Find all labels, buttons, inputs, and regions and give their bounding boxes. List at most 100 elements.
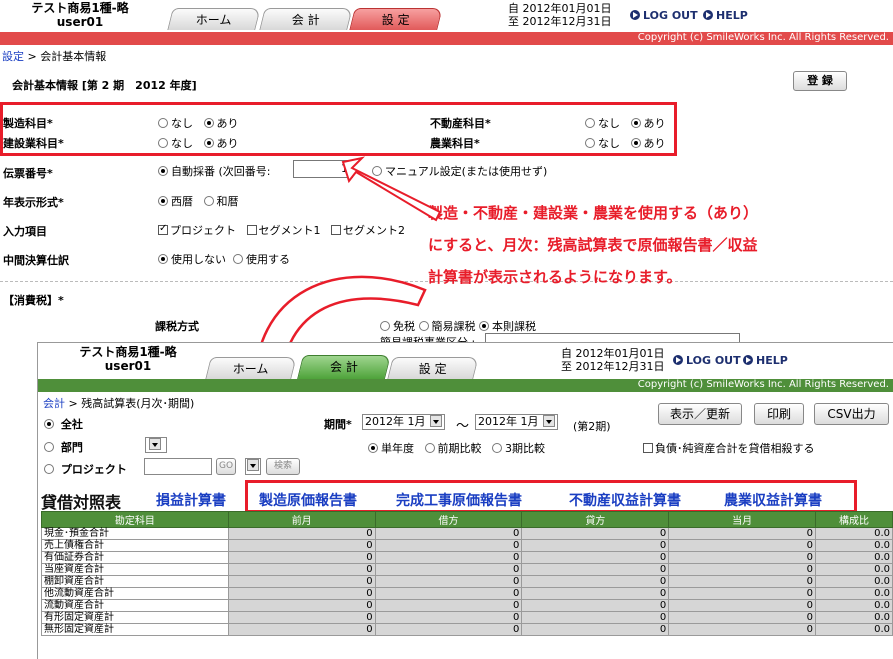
single-year-radio[interactable]: 単年度 [368,442,414,455]
value-cell: 0.0 [815,563,893,576]
value-cell: 0 [227,611,376,624]
table-row: 有価証券合計 0 0 0 0 0.0 [41,551,893,564]
period-from: 2012年01月01日 [575,347,665,360]
value-cell: 0 [227,539,376,552]
column-header: 前月 [227,511,376,528]
value-cell: 0 [227,575,376,588]
checkbox-icon [643,443,653,453]
trial-balance-table: 勘定科目 前月 借方 貸方 当月 構成比 現金･預金合計 0 0 0 0 0.0 売上債権合… [41,511,893,636]
table-row: 流動資産合計 0 0 0 0 0.0 [41,599,893,612]
account-name-cell[interactable]: 棚卸資産合計 [41,575,229,588]
value-cell: 0 [521,527,670,540]
tab-settings[interactable]: 設 定 [387,357,479,379]
value-cell: 0.0 [815,575,893,588]
value-cell: 0.0 [815,623,893,636]
value-cell: 0 [227,587,376,600]
report-tab-balance-sheet[interactable]: 貸借対照表 [41,489,121,513]
trial-balance-window: テスト商易1種-略 user01 ホーム 会 計 設 定 自 2012年01月0… [37,342,893,659]
go-button[interactable]: GO [216,458,236,475]
compare-radios: 単年度 前期比較 3期比較 [368,440,545,456]
account-name-cell[interactable]: 他流動資産合計 [41,587,229,600]
radio-icon [424,443,435,453]
tab-home[interactable]: ホーム [205,357,297,379]
value-cell: 0 [227,551,376,564]
value-cell: 0 [374,587,523,600]
table-row: 無形固定資産計 0 0 0 0 0.0 [41,623,893,636]
prev-compare-radio[interactable]: 前期比較 [424,442,482,455]
print-button[interactable]: 印刷 [754,403,804,425]
account-name-cell[interactable]: 有形固定資産計 [41,611,229,624]
table-row: 現金･預金合計 0 0 0 0 0.0 [41,527,893,540]
report-tab-profit-loss[interactable]: 損益計算書 [156,490,226,510]
help-link[interactable]: HELP [743,354,788,367]
breadcrumb-accounting-link[interactable]: 会計 [43,397,65,410]
account-name-cell[interactable]: 無形固定資産計 [41,623,229,636]
value-cell: 0 [521,599,670,612]
column-header: 借方 [374,511,523,528]
period-display: 自 2012年01月01日 至 2012年12月31日 [561,347,665,373]
project-input[interactable] [144,458,212,475]
value-cell: 0 [227,527,376,540]
value-cell: 0 [374,551,523,564]
value-cell: 0 [521,587,670,600]
arrow-circle-icon [673,355,683,365]
value-cell: 0 [668,563,817,576]
table-row: 当座資産合計 0 0 0 0 0.0 [41,563,893,576]
value-cell: 0 [521,539,670,552]
column-header: 構成比 [815,511,893,528]
account-name-cell[interactable]: 売上債権合計 [41,539,229,552]
value-cell: 0.0 [815,551,893,564]
value-cell: 0 [668,527,817,540]
chevron-down-icon [247,459,259,471]
csv-export-button[interactable]: CSV出力 [814,403,889,425]
all-company-radio[interactable]: 全社 [44,416,83,432]
value-cell: 0 [668,611,817,624]
account-name-cell[interactable]: 有価証券合計 [41,551,229,564]
value-cell: 0 [668,623,817,636]
value-cell: 0.0 [815,539,893,552]
logout-link[interactable]: LOG OUT [673,354,741,367]
department-radio[interactable]: 部門 [44,439,83,455]
account-name-cell[interactable]: 現金･預金合計 [41,527,229,540]
project-select[interactable] [245,458,261,475]
three-compare-radio[interactable]: 3期比較 [492,442,545,455]
department-select[interactable] [145,437,167,453]
value-cell: 0.0 [815,587,893,600]
period-end-select[interactable]: 2012年 1月 [475,414,558,430]
value-cell: 0 [374,527,523,540]
value-cell: 0 [227,599,376,612]
liability-offset-checkbox[interactable]: 負債･純資産合計を貸借相殺する [643,440,815,456]
search-button[interactable]: 検索 [266,458,300,475]
value-cell: 0 [374,539,523,552]
table-row: 他流動資産合計 0 0 0 0 0.0 [41,587,893,600]
account-name-cell[interactable]: 当座資産合計 [41,563,229,576]
value-cell: 0 [374,611,523,624]
radio-icon [44,442,54,452]
value-cell: 0 [521,623,670,636]
company-name: テスト商易1種-略 user01 [58,345,198,373]
project-radio[interactable]: プロジェクト [44,461,127,477]
value-cell: 0.0 [815,599,893,612]
value-cell: 0 [668,587,817,600]
column-header: 勘定科目 [41,511,229,528]
value-cell: 0 [521,575,670,588]
column-header: 貸方 [521,511,670,528]
period-start-select[interactable]: 2012年 1月 [362,414,445,430]
account-name-cell[interactable]: 流動資産合計 [41,599,229,612]
refresh-button[interactable]: 表示／更新 [658,403,742,425]
chevron-down-icon [429,415,442,427]
tab-accounting[interactable]: 会 計 [297,355,391,379]
term-label: (第2期) [573,420,611,433]
value-cell: 0 [374,563,523,576]
period-to: 2012年12月31日 [575,360,665,373]
table-header-row: 勘定科目 前月 借方 貸方 当月 構成比 [41,511,893,528]
value-cell: 0 [374,599,523,612]
column-header: 当月 [668,511,817,528]
value-cell: 0 [668,599,817,612]
table-row: 有形固定資産計 0 0 0 0 0.0 [41,611,893,624]
value-cell: 0 [668,551,817,564]
highlight-box-report-tabs [245,480,857,513]
pointer-arrow-icon [341,156,442,222]
value-cell: 0 [521,551,670,564]
radio-selected-icon [44,419,54,429]
